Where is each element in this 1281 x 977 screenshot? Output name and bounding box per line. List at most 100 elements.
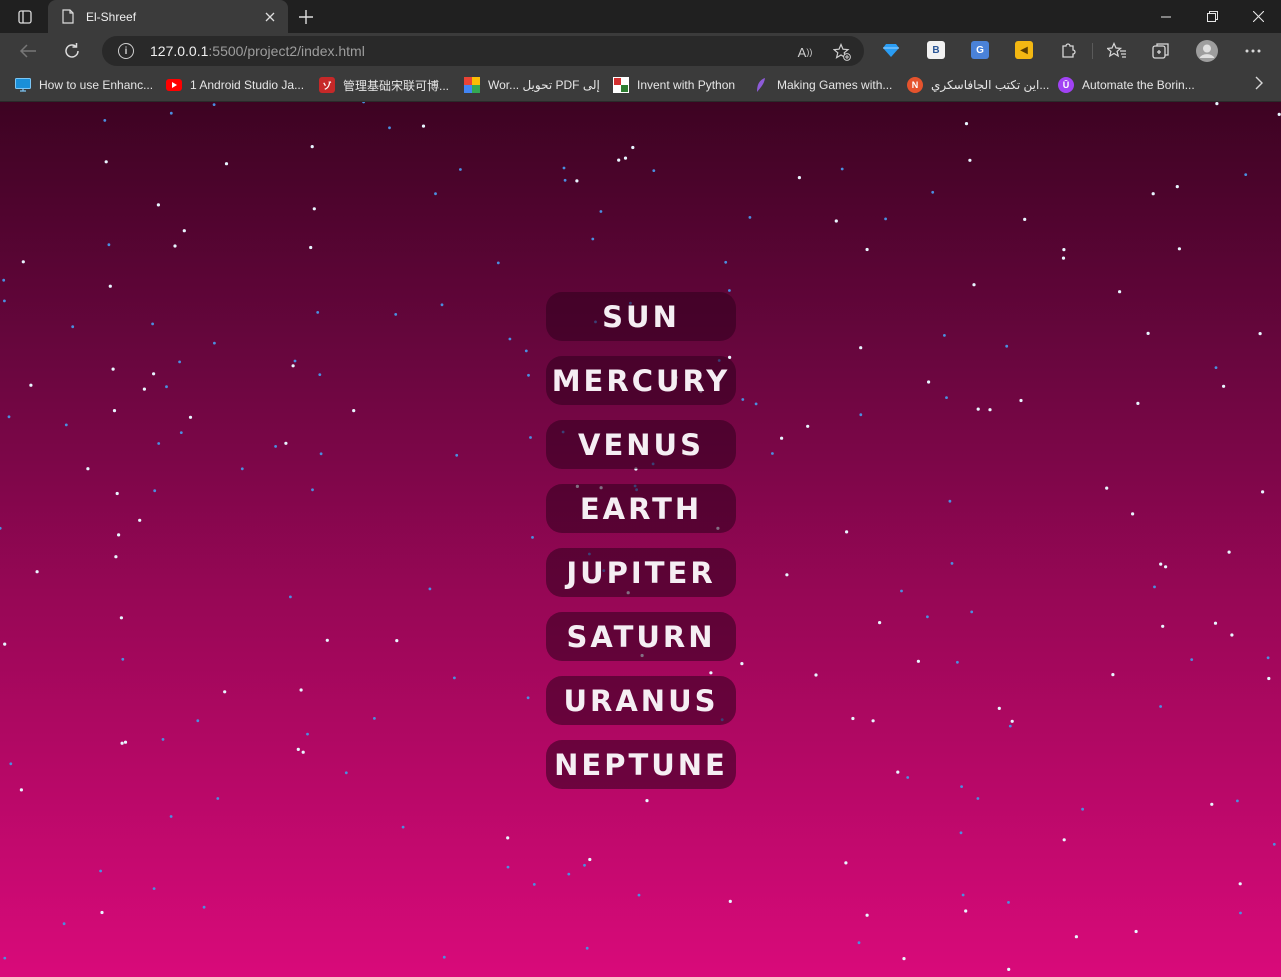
star-dot [531,536,534,539]
star-dot [563,178,567,182]
star-dot [1227,550,1231,554]
bookmark-item[interactable]: 1 Android Studio Ja... [166,76,304,94]
tab-actions-button[interactable] [8,4,42,30]
site-info-icon[interactable]: i [118,43,134,59]
star-dot [142,387,146,391]
tab-strip: El-Shreef [0,0,1281,33]
star-dot [754,402,758,406]
star-dot [857,941,861,945]
collections-icon[interactable] [1149,39,1173,63]
new-tab-button[interactable] [292,3,320,31]
plus-icon [299,10,313,24]
star-dot [1215,102,1219,106]
feather-icon [753,77,769,93]
star-dot [362,102,365,104]
planet-button-saturn[interactable]: SATURN [546,612,736,661]
planet-button-jupiter[interactable]: JUPITER [546,548,736,597]
active-tab[interactable]: El-Shreef [48,0,288,33]
star-dot [524,349,528,353]
more-options-icon[interactable] [1241,39,1265,63]
close-tab-button[interactable] [258,5,282,29]
bookmark-label: Wor... تحويل PDF إلى [488,78,600,92]
star-dot [401,825,405,829]
planet-button-earth[interactable]: EARTH [546,484,736,533]
star-dot [301,750,305,754]
back-button[interactable] [12,36,44,66]
planet-button-uranus[interactable]: URANUS [546,676,736,725]
page-icon [60,9,76,25]
star-dot [182,229,186,233]
extensions-icon[interactable] [1056,39,1080,63]
star-dot [188,415,193,419]
bookmark-item[interactable]: Invent with Python [613,76,735,94]
star-dot [299,688,303,692]
star-dot [583,863,586,867]
star-dot [844,861,848,865]
star-dot [959,831,963,835]
star-dot [961,893,965,897]
bookmark-item[interactable]: ゾ 管理基础宋联可博... [319,76,449,94]
star-dot [344,771,348,775]
minimize-button[interactable] [1143,0,1189,33]
star-dot [9,762,13,766]
colorful-grid-icon [464,77,480,93]
bookmark-item[interactable]: Ū Automate the Borin... [1058,76,1195,94]
bookmark-label: Invent with Python [637,78,736,92]
star-dot [1258,332,1262,336]
close-icon [265,12,275,21]
star-dot [997,706,1001,711]
page-viewport: SUN MERCURY VENUS EARTH JUPITER SATURN URANUS N… [0,102,1281,977]
star-dot [976,407,980,411]
star-dot [1164,565,1168,569]
star-dot [62,922,66,926]
star-dot [562,166,566,170]
star-dot [1131,512,1135,516]
star-dot [724,260,728,264]
star-dot [29,383,33,387]
bookmark-item[interactable]: How to use Enhanc... [15,76,153,94]
refresh-button[interactable] [56,36,88,66]
star-dot [806,424,810,428]
profile-avatar[interactable] [1195,39,1219,63]
gem-extension-icon[interactable] [882,41,900,59]
favorites-icon[interactable] [1105,39,1129,63]
star-dot [309,245,313,250]
bookmark-item[interactable]: Making Games with... [753,76,892,94]
star-dot [865,913,869,917]
bookmark-item[interactable]: Wor... تحويل PDF إلى [464,76,600,94]
star-dot [1266,656,1270,660]
star-dot [216,797,220,800]
address-bar[interactable]: i 127.0.0.1:5500/project2/index.html A)) [102,36,864,66]
star-dot [107,243,111,247]
more-bookmarks-button[interactable] [1255,76,1263,95]
star-dot [212,103,216,106]
star-dot [71,325,75,329]
add-favorite-icon[interactable] [833,43,851,61]
close-window-button[interactable] [1235,0,1281,33]
volume-extension-icon[interactable]: ◀ [1015,41,1033,59]
read-aloud-icon[interactable]: A)) [796,43,814,61]
star-dot [865,247,869,252]
star-dot [178,360,182,364]
star-dot [373,717,376,720]
star-dot [173,244,177,248]
star-dot [202,905,206,909]
star-dot [878,621,882,625]
planet-button-mercury[interactable]: MERCURY [546,356,736,405]
star-dot [927,380,931,384]
planet-button-venus[interactable]: VENUS [546,420,736,469]
star-dot [506,865,510,869]
b-extension-icon[interactable]: B [927,41,945,59]
planet-button-neptune[interactable]: NEPTUNE [546,740,736,789]
monitor-icon [15,77,31,93]
restore-icon [1206,11,1218,22]
restore-button[interactable] [1189,0,1235,33]
star-dot [104,160,108,164]
translate-extension-icon[interactable]: G [971,41,989,59]
planet-button-sun[interactable]: SUN [546,292,736,341]
star-dot [179,431,183,434]
bookmark-item[interactable]: N اين تكتب الجافاسكري... [907,76,1049,94]
star-dot [161,738,165,741]
star-dot [21,260,25,264]
star-dot [1236,799,1239,803]
